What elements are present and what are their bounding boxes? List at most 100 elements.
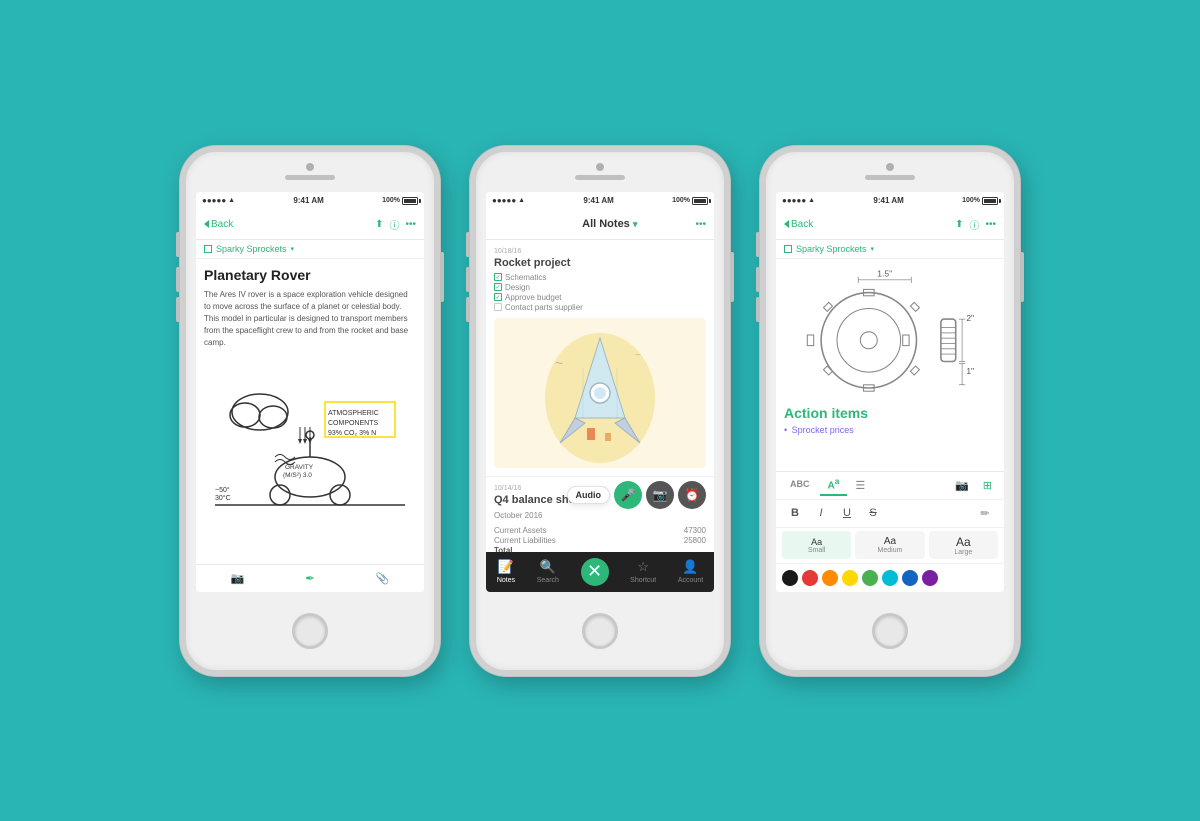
phone3-home-button[interactable] <box>872 613 908 649</box>
phone1-paperclip-icon[interactable]: 📎 <box>376 572 390 585</box>
color-green[interactable] <box>862 570 878 586</box>
phone1-bottom <box>292 592 328 670</box>
tab-search[interactable]: 🔍 Search <box>537 559 559 584</box>
audio-mic-button[interactable]: 🎤 <box>614 481 642 509</box>
format-underline-button[interactable]: U <box>836 502 858 524</box>
phone1-screen: ●●●●● ▲ 9:41 AM 100% Back ⬆ ⓘ ••• <box>196 192 424 592</box>
svg-text:93% CO₂ 3% N: 93% CO₂ 3% N <box>328 430 376 437</box>
color-orange[interactable] <box>822 570 838 586</box>
phone3-battery-icon <box>982 197 998 205</box>
phone3-notebook-tag[interactable]: Sparky Sprockets ▾ <box>776 240 1004 259</box>
balance-assets: Current Assets 47300 <box>494 526 706 535</box>
phone3-back-label: Back <box>791 219 813 230</box>
phone1-more-icon[interactable]: ••• <box>405 219 416 230</box>
phone3-format-colors <box>776 564 1004 592</box>
svg-text:2": 2" <box>966 313 974 323</box>
svg-text:GRAVITY: GRAVITY <box>285 464 314 471</box>
tab-account[interactable]: 👤 Account <box>678 559 703 584</box>
phone1-home-button[interactable] <box>292 613 328 649</box>
color-cyan[interactable] <box>882 570 898 586</box>
phone3-signal: ●●●●● ▲ <box>782 196 815 205</box>
phone3-time: 9:41 AM <box>873 196 903 205</box>
phone1-notebook-icon <box>204 245 212 253</box>
phone1-back-label: Back <box>211 219 233 230</box>
phone2-battery-icon <box>692 197 708 205</box>
tab-add-button[interactable]: ✕ <box>581 558 609 586</box>
tab-notes-label: Notes <box>497 577 515 584</box>
phone1-status-bar: ●●●●● ▲ 9:41 AM 100% <box>196 192 424 210</box>
phone3-back-button[interactable]: Back <box>784 219 813 230</box>
phone2-screen: ●●●●● ▲ 9:41 AM 100% All Notes ▾ ••• <box>486 192 714 592</box>
phone1-sketch-svg: ATMOSPHERIC COMPONENTS 93% CO₂ 3% N GRAV… <box>204 357 416 517</box>
color-purple[interactable] <box>922 570 938 586</box>
phone1-camera <box>306 163 314 171</box>
note-item-rocket[interactable]: 10/18/16 Rocket project ✓ Schematics ✓ D… <box>486 240 714 477</box>
color-blue[interactable] <box>902 570 918 586</box>
format-tab-camera[interactable]: 📷 <box>949 477 975 494</box>
phone1-signal: ●●●●● ▲ <box>202 196 235 205</box>
color-red[interactable] <box>802 570 818 586</box>
phone2-more-icon[interactable]: ••• <box>695 219 706 230</box>
phone1-top <box>186 152 434 192</box>
phone3-format-tabs: ABC Aa ☰ 📷 ⊞ <box>776 472 1004 500</box>
phone2-top <box>476 152 724 192</box>
color-black[interactable] <box>782 570 798 586</box>
phone-1: ●●●●● ▲ 9:41 AM 100% Back ⬆ ⓘ ••• <box>180 146 440 676</box>
phone1-share-icon[interactable]: ⬆ <box>375 219 383 230</box>
phone1-camera-icon[interactable]: 📷 <box>231 572 245 585</box>
phone3-nav: Back ⬆ ⓘ ••• <box>776 210 1004 240</box>
phone1-back-button[interactable]: Back <box>204 219 233 230</box>
phone1-notebook-chevron: ▾ <box>291 245 295 253</box>
phone1-pen-icon[interactable]: ✒ <box>305 572 314 585</box>
format-tab-add[interactable]: ⊞ <box>977 477 998 494</box>
phone1-content: Planetary Rover The Ares IV rover is a s… <box>196 259 424 564</box>
balance-total: Total <box>494 546 706 552</box>
phone2-bottom <box>582 592 618 670</box>
svg-text:1": 1" <box>966 366 974 376</box>
balance-liabilities: Current Liabilities 25800 <box>494 536 706 545</box>
phone3-share-icon[interactable]: ⬆ <box>955 219 963 230</box>
check-budget: ✓ Approve budget <box>494 293 706 302</box>
note-item-balance[interactable]: 10/14/16 Q4 balance sheet October 2016 C… <box>486 477 714 552</box>
phone2-content: 10/18/16 Rocket project ✓ Schematics ✓ D… <box>486 240 714 552</box>
format-tab-list[interactable]: ☰ <box>849 477 871 494</box>
phone1-speaker <box>285 175 335 180</box>
format-size-large[interactable]: Aa Large <box>929 531 998 559</box>
phone3-screen: ●●●●● ▲ 9:41 AM 100% Back ⬆ ⓘ ••• <box>776 192 1004 592</box>
format-size-small[interactable]: Aa Small <box>782 531 851 559</box>
phone3-speaker <box>865 175 915 180</box>
phone3-action-item-0: • Sprocket prices <box>784 425 996 435</box>
phone1-notebook-tag[interactable]: Sparky Sprockets ▾ <box>196 240 424 259</box>
format-strike-button[interactable]: S <box>862 502 884 524</box>
format-tab-aa[interactable]: Aa <box>820 474 848 495</box>
svg-text:~: ~ <box>555 355 563 371</box>
tab-notes[interactable]: 📝 Notes <box>497 559 515 584</box>
phone3-more-icon[interactable]: ••• <box>985 219 996 230</box>
phone2-tabbar: 📝 Notes 🔍 Search ✕ ☆ Shortcut 👤 Account <box>486 552 714 592</box>
format-italic-button[interactable]: I <box>810 502 832 524</box>
svg-text:1.5": 1.5" <box>877 268 892 278</box>
phone2-nav: All Notes ▾ ••• <box>486 210 714 240</box>
tab-shortcut[interactable]: ☆ Shortcut <box>630 559 656 584</box>
audio-label: Audio <box>567 486 611 504</box>
note-balance-subtitle: October 2016 <box>494 510 706 522</box>
phone1-sketch: ATMOSPHERIC COMPONENTS 93% CO₂ 3% N GRAV… <box>204 357 416 517</box>
format-pencil-button[interactable]: ✏ <box>974 502 996 524</box>
audio-camera-button[interactable]: 📷 <box>646 481 674 509</box>
phone1-info-icon[interactable]: ⓘ <box>389 217 399 232</box>
format-bold-button[interactable]: B <box>784 502 806 524</box>
color-yellow[interactable] <box>842 570 858 586</box>
phone2-home-button[interactable] <box>582 613 618 649</box>
phone1-wifi-icon: ▲ <box>228 197 235 204</box>
audio-popup: Audio 🎤 📷 ⏰ <box>567 481 707 509</box>
phone3-info-icon[interactable]: ⓘ <box>969 217 979 232</box>
format-size-medium[interactable]: Aa Medium <box>855 531 924 559</box>
note-rocket-date: 10/18/16 <box>494 248 706 255</box>
tab-account-label: Account <box>678 577 703 584</box>
format-tab-abc[interactable]: ABC <box>782 477 818 493</box>
phone1-time: 9:41 AM <box>293 196 323 205</box>
audio-alarm-button[interactable]: ⏰ <box>678 481 706 509</box>
phone3-back-chevron <box>784 220 789 228</box>
phone3-camera <box>886 163 894 171</box>
phone3-battery: 100% <box>962 197 998 205</box>
